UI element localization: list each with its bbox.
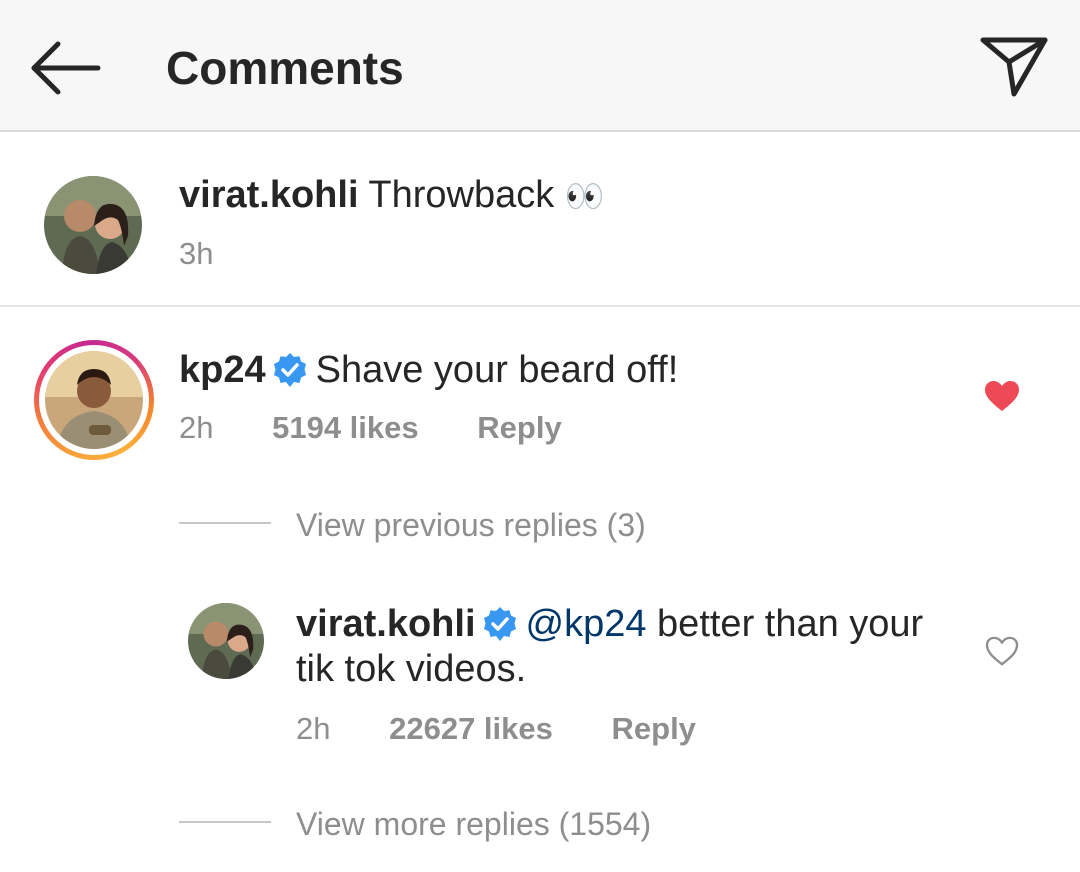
top-bar: Comments: [0, 0, 1080, 132]
verified-badge-icon: [273, 352, 306, 387]
paper-plane-icon: [980, 37, 1048, 97]
comment-text: Shave your beard off!: [315, 349, 679, 391]
reply-button[interactable]: Reply: [477, 408, 561, 448]
thread-line: [179, 522, 271, 524]
comment-username[interactable]: kp24: [179, 349, 266, 391]
like-button[interactable]: [984, 380, 1020, 417]
reply-likes[interactable]: 22627 likes: [389, 709, 553, 749]
heart-filled-icon: [985, 381, 1019, 411]
page-title: Comments: [166, 42, 404, 94]
caption-username[interactable]: virat.kohli: [179, 174, 359, 216]
avatar[interactable]: [188, 603, 264, 679]
caption-meta: 3h: [179, 234, 213, 274]
avatar: [45, 351, 143, 449]
comment-likes[interactable]: 5194 likes: [272, 408, 419, 448]
comment-line: kp24 Shave your beard off!: [179, 346, 678, 394]
caption-line: virat.kohli Throwback 👀: [179, 171, 605, 220]
caption-emoji: 👀: [564, 178, 605, 214]
view-previous-replies-link[interactable]: View previous replies (3): [296, 505, 646, 545]
arrow-left-icon: [31, 41, 101, 95]
share-button[interactable]: [978, 34, 1050, 100]
reply-reply-button[interactable]: Reply: [612, 709, 696, 749]
verified-badge-icon: [483, 606, 516, 641]
comment-meta: 2h 5194 likes Reply: [179, 408, 562, 448]
view-more-replies-link[interactable]: View more replies (1554): [296, 804, 651, 844]
reply-time: 2h: [296, 711, 331, 746]
reply-text-line1: better than your: [657, 603, 924, 645]
caption-text: Throwback: [368, 174, 555, 216]
post-caption: virat.kohli Throwback 👀 3h: [0, 134, 1080, 307]
reply-line: virat.kohli @kp24 better than your: [296, 600, 923, 648]
like-button[interactable]: [985, 636, 1019, 671]
thread-line: [179, 821, 271, 823]
reply-mention[interactable]: @kp24: [526, 603, 647, 645]
reply-username[interactable]: virat.kohli: [296, 603, 476, 645]
story-ring[interactable]: [34, 340, 154, 460]
back-button[interactable]: [28, 38, 104, 98]
comment-time: 2h: [179, 410, 214, 445]
avatar[interactable]: [44, 176, 142, 274]
reply-meta: 2h 22627 likes Reply: [296, 709, 696, 749]
heart-outline-icon: [985, 636, 1019, 666]
caption-time: 3h: [179, 236, 214, 271]
reply-text-line2: tik tok videos.: [296, 648, 527, 690]
